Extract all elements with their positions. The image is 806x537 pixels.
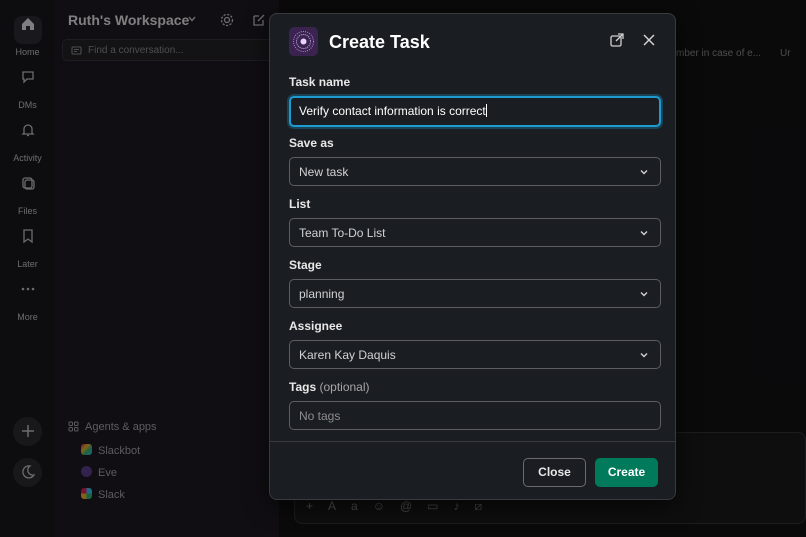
tags-placeholder: No tags bbox=[299, 409, 341, 423]
close-button[interactable]: Close bbox=[523, 458, 586, 487]
task-name-input[interactable]: Verify contact information is correct bbox=[289, 96, 661, 127]
app-logo bbox=[289, 27, 318, 56]
chevron-down-icon bbox=[640, 231, 648, 236]
task-name-value: Verify contact information is correct bbox=[299, 104, 486, 118]
list-label: List bbox=[289, 197, 311, 211]
list-select[interactable]: Team To-Do List bbox=[289, 218, 661, 247]
chevron-down-icon bbox=[640, 170, 648, 175]
create-button[interactable]: Create bbox=[595, 458, 658, 487]
chevron-down-icon bbox=[640, 353, 648, 358]
tags-optional-note: (optional) bbox=[319, 380, 370, 394]
tags-label: Tags (optional) bbox=[289, 380, 370, 394]
save-as-value: New task bbox=[299, 165, 349, 179]
close-icon[interactable] bbox=[641, 32, 657, 48]
tags-label-text: Tags bbox=[289, 380, 317, 394]
list-value: Team To-Do List bbox=[299, 226, 386, 240]
modal-title: Create Task bbox=[329, 32, 430, 52]
stage-value: planning bbox=[299, 287, 345, 301]
modal-footer: Close Create bbox=[270, 441, 675, 499]
create-task-modal: Create Task Task name Verify contact inf… bbox=[269, 13, 676, 500]
assignee-label: Assignee bbox=[289, 319, 343, 333]
popout-icon[interactable] bbox=[609, 32, 625, 48]
save-as-select[interactable]: New task bbox=[289, 157, 661, 186]
stage-label: Stage bbox=[289, 258, 322, 272]
chevron-down-icon bbox=[640, 292, 648, 297]
text-cursor bbox=[485, 104, 487, 117]
assignee-select[interactable]: Karen Kay Daquis bbox=[289, 340, 661, 369]
tags-select[interactable]: No tags bbox=[289, 401, 661, 430]
stage-select[interactable]: planning bbox=[289, 279, 661, 308]
task-name-label: Task name bbox=[289, 75, 351, 89]
save-as-label: Save as bbox=[289, 136, 334, 150]
assignee-value: Karen Kay Daquis bbox=[299, 348, 396, 362]
